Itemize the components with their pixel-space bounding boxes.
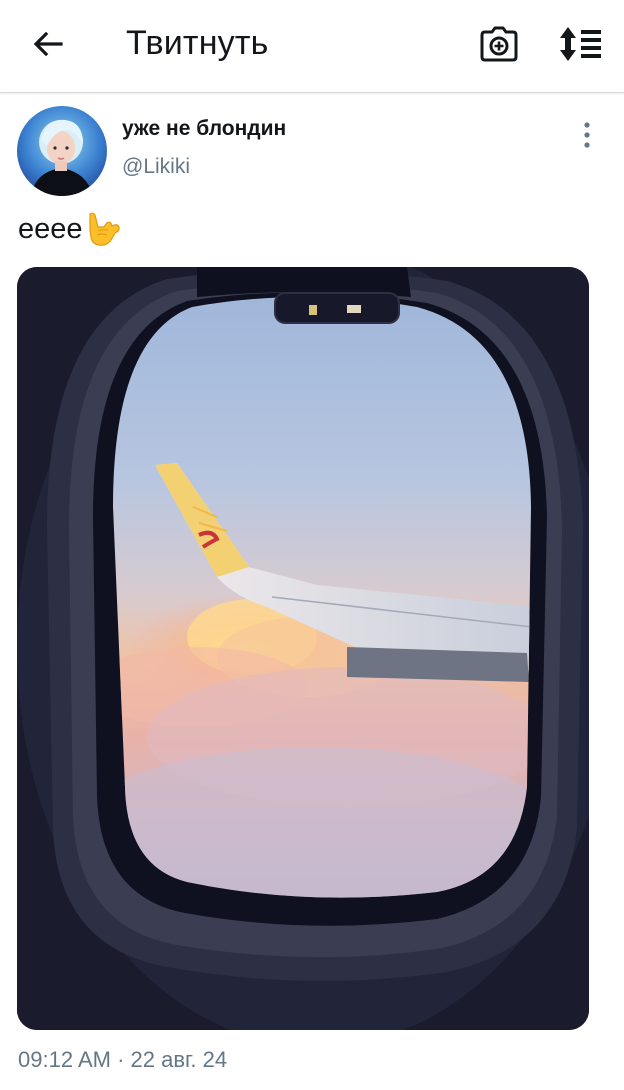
camera-plus-icon	[480, 26, 518, 62]
sort-button[interactable]	[557, 22, 607, 66]
sign-of-horns-emoji-icon	[84, 210, 122, 248]
back-button[interactable]	[26, 22, 70, 66]
profile-photo	[17, 106, 107, 196]
avatar[interactable]	[17, 106, 107, 196]
display-name[interactable]: уже не блондин	[122, 115, 286, 143]
sort-list-icon	[560, 27, 601, 61]
tweet-timestamp: 09:12 AM · 22 авг. 24	[18, 1045, 227, 1075]
timestamp-separator: ·	[117, 1047, 125, 1072]
tweet-time: 09:12 AM	[18, 1047, 111, 1072]
arrow-left-icon	[33, 31, 63, 57]
tweet-text: eeee	[18, 210, 122, 248]
tweet-date: 22 авг. 24	[130, 1047, 228, 1072]
top-app-bar: Твитнуть	[0, 0, 624, 93]
camera-button[interactable]	[477, 22, 521, 66]
user-handle[interactable]: @Likiki	[122, 153, 190, 181]
tweet-text-content: eeee	[18, 213, 83, 245]
airplane-window-photo	[17, 267, 589, 1030]
more-options-button[interactable]	[570, 118, 604, 152]
tweet-composer-screen: Твитнуть уже не блондин @Likiki eeee 09:…	[0, 0, 624, 1090]
page-title: Твитнуть	[126, 24, 269, 62]
more-vertical-icon	[584, 122, 590, 148]
tweet-media-photo[interactable]	[17, 267, 589, 1030]
